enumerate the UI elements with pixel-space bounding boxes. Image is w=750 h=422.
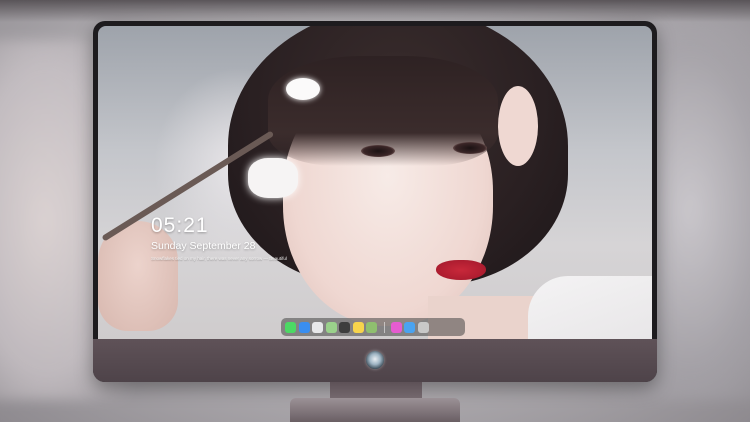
messages-icon[interactable] (285, 321, 296, 333)
lock-clock: 05:21 (151, 214, 209, 237)
trash-icon[interactable] (417, 321, 429, 333)
monitor-stand-base (290, 398, 460, 422)
backdrop-top-shade (0, 0, 750, 22)
wallpaper-snow-hair (286, 78, 320, 100)
wallpaper-snow-branch (248, 158, 298, 198)
wallpaper-ear (498, 86, 538, 166)
monitor-chin (93, 339, 657, 382)
itunes-icon[interactable] (390, 321, 402, 333)
safari-icon[interactable] (312, 321, 323, 333)
dock-separator (383, 321, 385, 333)
lock-note: Snowflakes tied on my hair, there was ne… (151, 256, 287, 261)
finder-icon[interactable] (298, 321, 310, 333)
lock-date: Sunday September 28 (151, 240, 256, 252)
dock (281, 318, 465, 336)
wallpaper-shirt (528, 276, 652, 339)
lock-screen[interactable]: 05:21 Sunday September 28 Snowflakes tie… (98, 26, 652, 339)
notes-icon[interactable] (352, 321, 364, 333)
photos-icon[interactable] (366, 321, 377, 333)
wallpaper-lips (436, 260, 486, 280)
clapper-icon[interactable] (339, 321, 350, 333)
desktop-background: 05:21 Sunday September 28 Snowflakes tie… (0, 0, 750, 422)
brand-logo-icon (366, 351, 384, 369)
wallpaper-eye-right (453, 142, 487, 154)
wallpaper-eye-left (361, 145, 395, 157)
maps-icon[interactable] (325, 321, 337, 333)
app-store-icon[interactable] (404, 321, 415, 333)
monitor: 05:21 Sunday September 28 Snowflakes tie… (93, 21, 657, 382)
